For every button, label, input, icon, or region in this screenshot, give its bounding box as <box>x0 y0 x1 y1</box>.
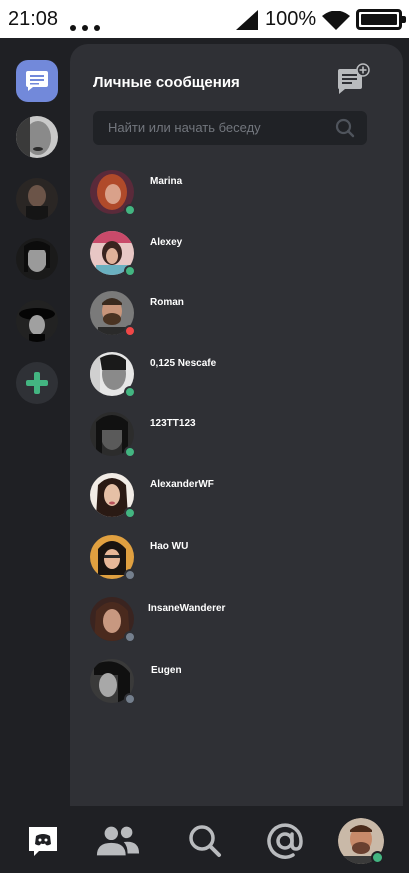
dm-list-item[interactable]: Roman <box>90 291 380 341</box>
dm-list-item[interactable]: Marina <box>90 170 380 220</box>
mentions-icon <box>267 823 303 859</box>
new-message-icon <box>338 63 370 94</box>
dm-list-item[interactable]: 123TT123 <box>90 412 380 462</box>
dm-username: Roman <box>150 297 184 308</box>
battery-icon <box>356 9 406 30</box>
status-offline-indicator <box>124 693 136 705</box>
server-avatar[interactable] <box>16 116 58 158</box>
nav-mentions-button[interactable] <box>262 818 308 864</box>
dm-list-item[interactable]: AlexanderWF <box>90 473 380 523</box>
dm-username: Eugen <box>151 665 182 676</box>
dm-username: AlexanderWF <box>150 479 214 490</box>
server-avatar[interactable] <box>16 178 58 220</box>
search-bar[interactable] <box>93 111 367 145</box>
nav-friends-button[interactable] <box>95 818 141 864</box>
dm-username: Hao WU <box>150 541 189 552</box>
dm-list-item[interactable]: Alexey <box>90 231 380 281</box>
server-avatar[interactable] <box>16 300 58 342</box>
dm-username: Alexey <box>150 237 183 248</box>
new-dm-button[interactable] <box>335 62 371 98</box>
server-rail <box>0 38 70 806</box>
panel-title: Личные сообщения <box>93 74 240 91</box>
status-dnd-indicator <box>124 325 136 337</box>
nav-search-button[interactable] <box>182 818 228 864</box>
battery-percent: 100% <box>265 8 317 30</box>
friends-icon <box>96 826 140 856</box>
dm-username: Marina <box>150 176 183 187</box>
avatar <box>16 116 58 158</box>
nav-profile-button[interactable] <box>338 818 384 864</box>
direct-messages-panel: Личные сообщения Marina Alexey <box>70 44 403 808</box>
search-icon <box>189 825 221 857</box>
notification-dots-icon <box>70 18 106 36</box>
status-online-indicator <box>371 851 384 864</box>
avatar <box>16 300 58 342</box>
status-online-indicator <box>124 446 136 458</box>
add-server-button[interactable] <box>16 362 58 404</box>
avatar <box>16 178 58 220</box>
discord-home-icon <box>29 827 57 856</box>
server-avatar[interactable] <box>16 238 58 280</box>
dm-username: 0,125 Nescafe <box>150 358 217 369</box>
dm-list-item[interactable]: Hao WU <box>90 535 380 585</box>
status-bar: 21:08 100% <box>0 0 409 38</box>
clock: 21:08 <box>8 8 59 30</box>
status-online-indicator <box>124 204 136 216</box>
avatar <box>16 238 58 280</box>
status-offline-indicator <box>124 569 136 581</box>
search-input[interactable] <box>108 120 328 135</box>
chat-bubble-icon <box>26 71 48 91</box>
dm-home-button[interactable] <box>16 60 58 102</box>
plus-icon <box>26 372 48 394</box>
profile-avatar <box>338 818 384 864</box>
status-online-indicator <box>124 386 136 398</box>
dm-username: 123TT123 <box>150 418 196 429</box>
wifi-icon <box>322 11 350 30</box>
status-online-indicator <box>124 265 136 277</box>
dm-list-item[interactable]: InsaneWanderer <box>90 597 380 647</box>
search-icon <box>335 118 355 138</box>
nav-home-button[interactable] <box>20 818 66 864</box>
dm-list-item[interactable]: Eugen <box>90 659 380 709</box>
bottom-navigation <box>0 806 409 873</box>
status-online-indicator <box>124 507 136 519</box>
cellular-signal-icon <box>236 10 258 30</box>
status-offline-indicator <box>124 631 136 643</box>
dm-username: InsaneWanderer <box>148 603 226 614</box>
dm-list-item[interactable]: 0,125 Nescafe <box>90 352 380 402</box>
